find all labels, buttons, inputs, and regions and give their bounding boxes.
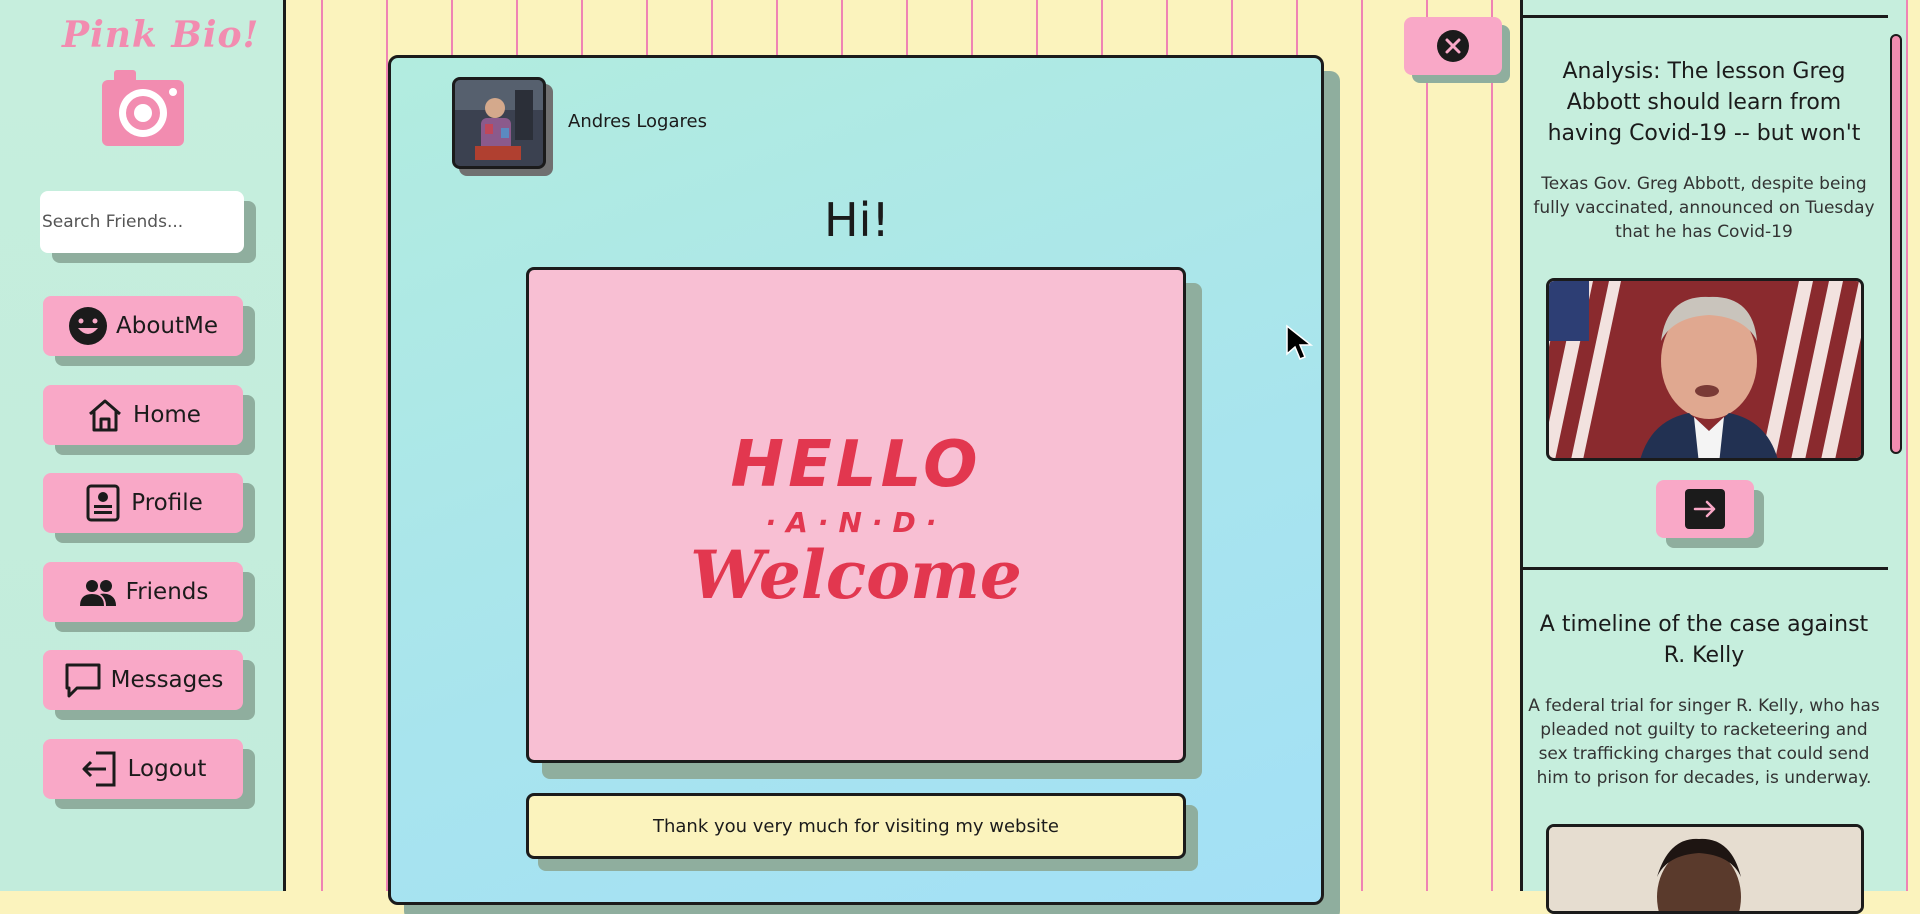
news-description-1: Texas Gov. Greg Abbott, despite being fu… <box>1533 174 1875 242</box>
news-image-1 <box>1546 278 1864 461</box>
close-icon <box>1437 30 1469 62</box>
news-photo-2 <box>1549 827 1861 911</box>
news-divider-top <box>1520 15 1888 18</box>
page-edge <box>1906 0 1920 891</box>
arrow-right-icon <box>1685 489 1725 529</box>
avatar[interactable] <box>452 77 546 169</box>
read-more-button[interactable] <box>1656 480 1754 538</box>
nav-friends-label: Friends <box>125 579 209 605</box>
logout-icon <box>82 751 116 787</box>
nav-aboutme-label: AboutMe <box>116 313 218 339</box>
mouse-cursor-icon <box>1286 324 1314 360</box>
profile-username: Andres Logares <box>568 111 707 132</box>
nav-home-label: Home <box>133 402 201 428</box>
welcome-line-and: ·A·N·D· <box>765 506 947 539</box>
brand-logo-text[interactable]: Pink Bio! <box>62 14 259 56</box>
news-title-2[interactable]: A timeline of the case against R. Kelly <box>1528 609 1880 671</box>
welcome-line-hello: HELLO <box>730 428 982 502</box>
sidebar: Pink Bio! Search Friends... AboutMe Home… <box>0 0 286 891</box>
thanks-message-box: Thank you very much for visiting my webs… <box>526 793 1186 859</box>
nav-messages-button[interactable]: Messages <box>43 650 243 710</box>
camera-icon <box>102 70 184 146</box>
thanks-message-text: Thank you very much for visiting my webs… <box>652 815 1059 837</box>
greeting-heading: Hi! <box>824 193 890 247</box>
profile-card-icon <box>86 484 120 522</box>
news-image-2 <box>1546 824 1864 914</box>
nav-logout-button[interactable]: Logout <box>43 739 243 799</box>
news-title-1[interactable]: Analysis: The lesson Greg Abbott should … <box>1528 56 1880 149</box>
chat-bubble-icon <box>65 663 101 698</box>
nav-logout-label: Logout <box>127 756 207 782</box>
close-button[interactable] <box>1404 17 1502 75</box>
news-divider <box>1520 567 1888 570</box>
nav-messages-label: Messages <box>110 667 224 693</box>
avatar-photo <box>455 80 543 166</box>
nav-aboutme-button[interactable]: AboutMe <box>43 296 243 356</box>
people-icon <box>79 580 116 606</box>
search-placeholder: Search Friends... <box>42 212 184 232</box>
scrollbar-thumb[interactable] <box>1890 34 1902 454</box>
search-friends-input[interactable]: Search Friends... <box>40 191 244 253</box>
nav-home-button[interactable]: Home <box>43 385 243 445</box>
news-photo-1 <box>1549 281 1861 458</box>
welcome-line-welcome: Welcome <box>690 536 1022 614</box>
welcome-image: HELLO ·A·N·D· Welcome <box>526 267 1186 763</box>
house-icon <box>89 399 122 432</box>
nav-profile-label: Profile <box>131 490 203 516</box>
nav-profile-button[interactable]: Profile <box>43 473 243 533</box>
nav-friends-button[interactable]: Friends <box>43 562 243 622</box>
smile-face-icon <box>69 307 107 345</box>
news-description-2: A federal trial for singer R. Kelly, who… <box>1528 696 1880 788</box>
